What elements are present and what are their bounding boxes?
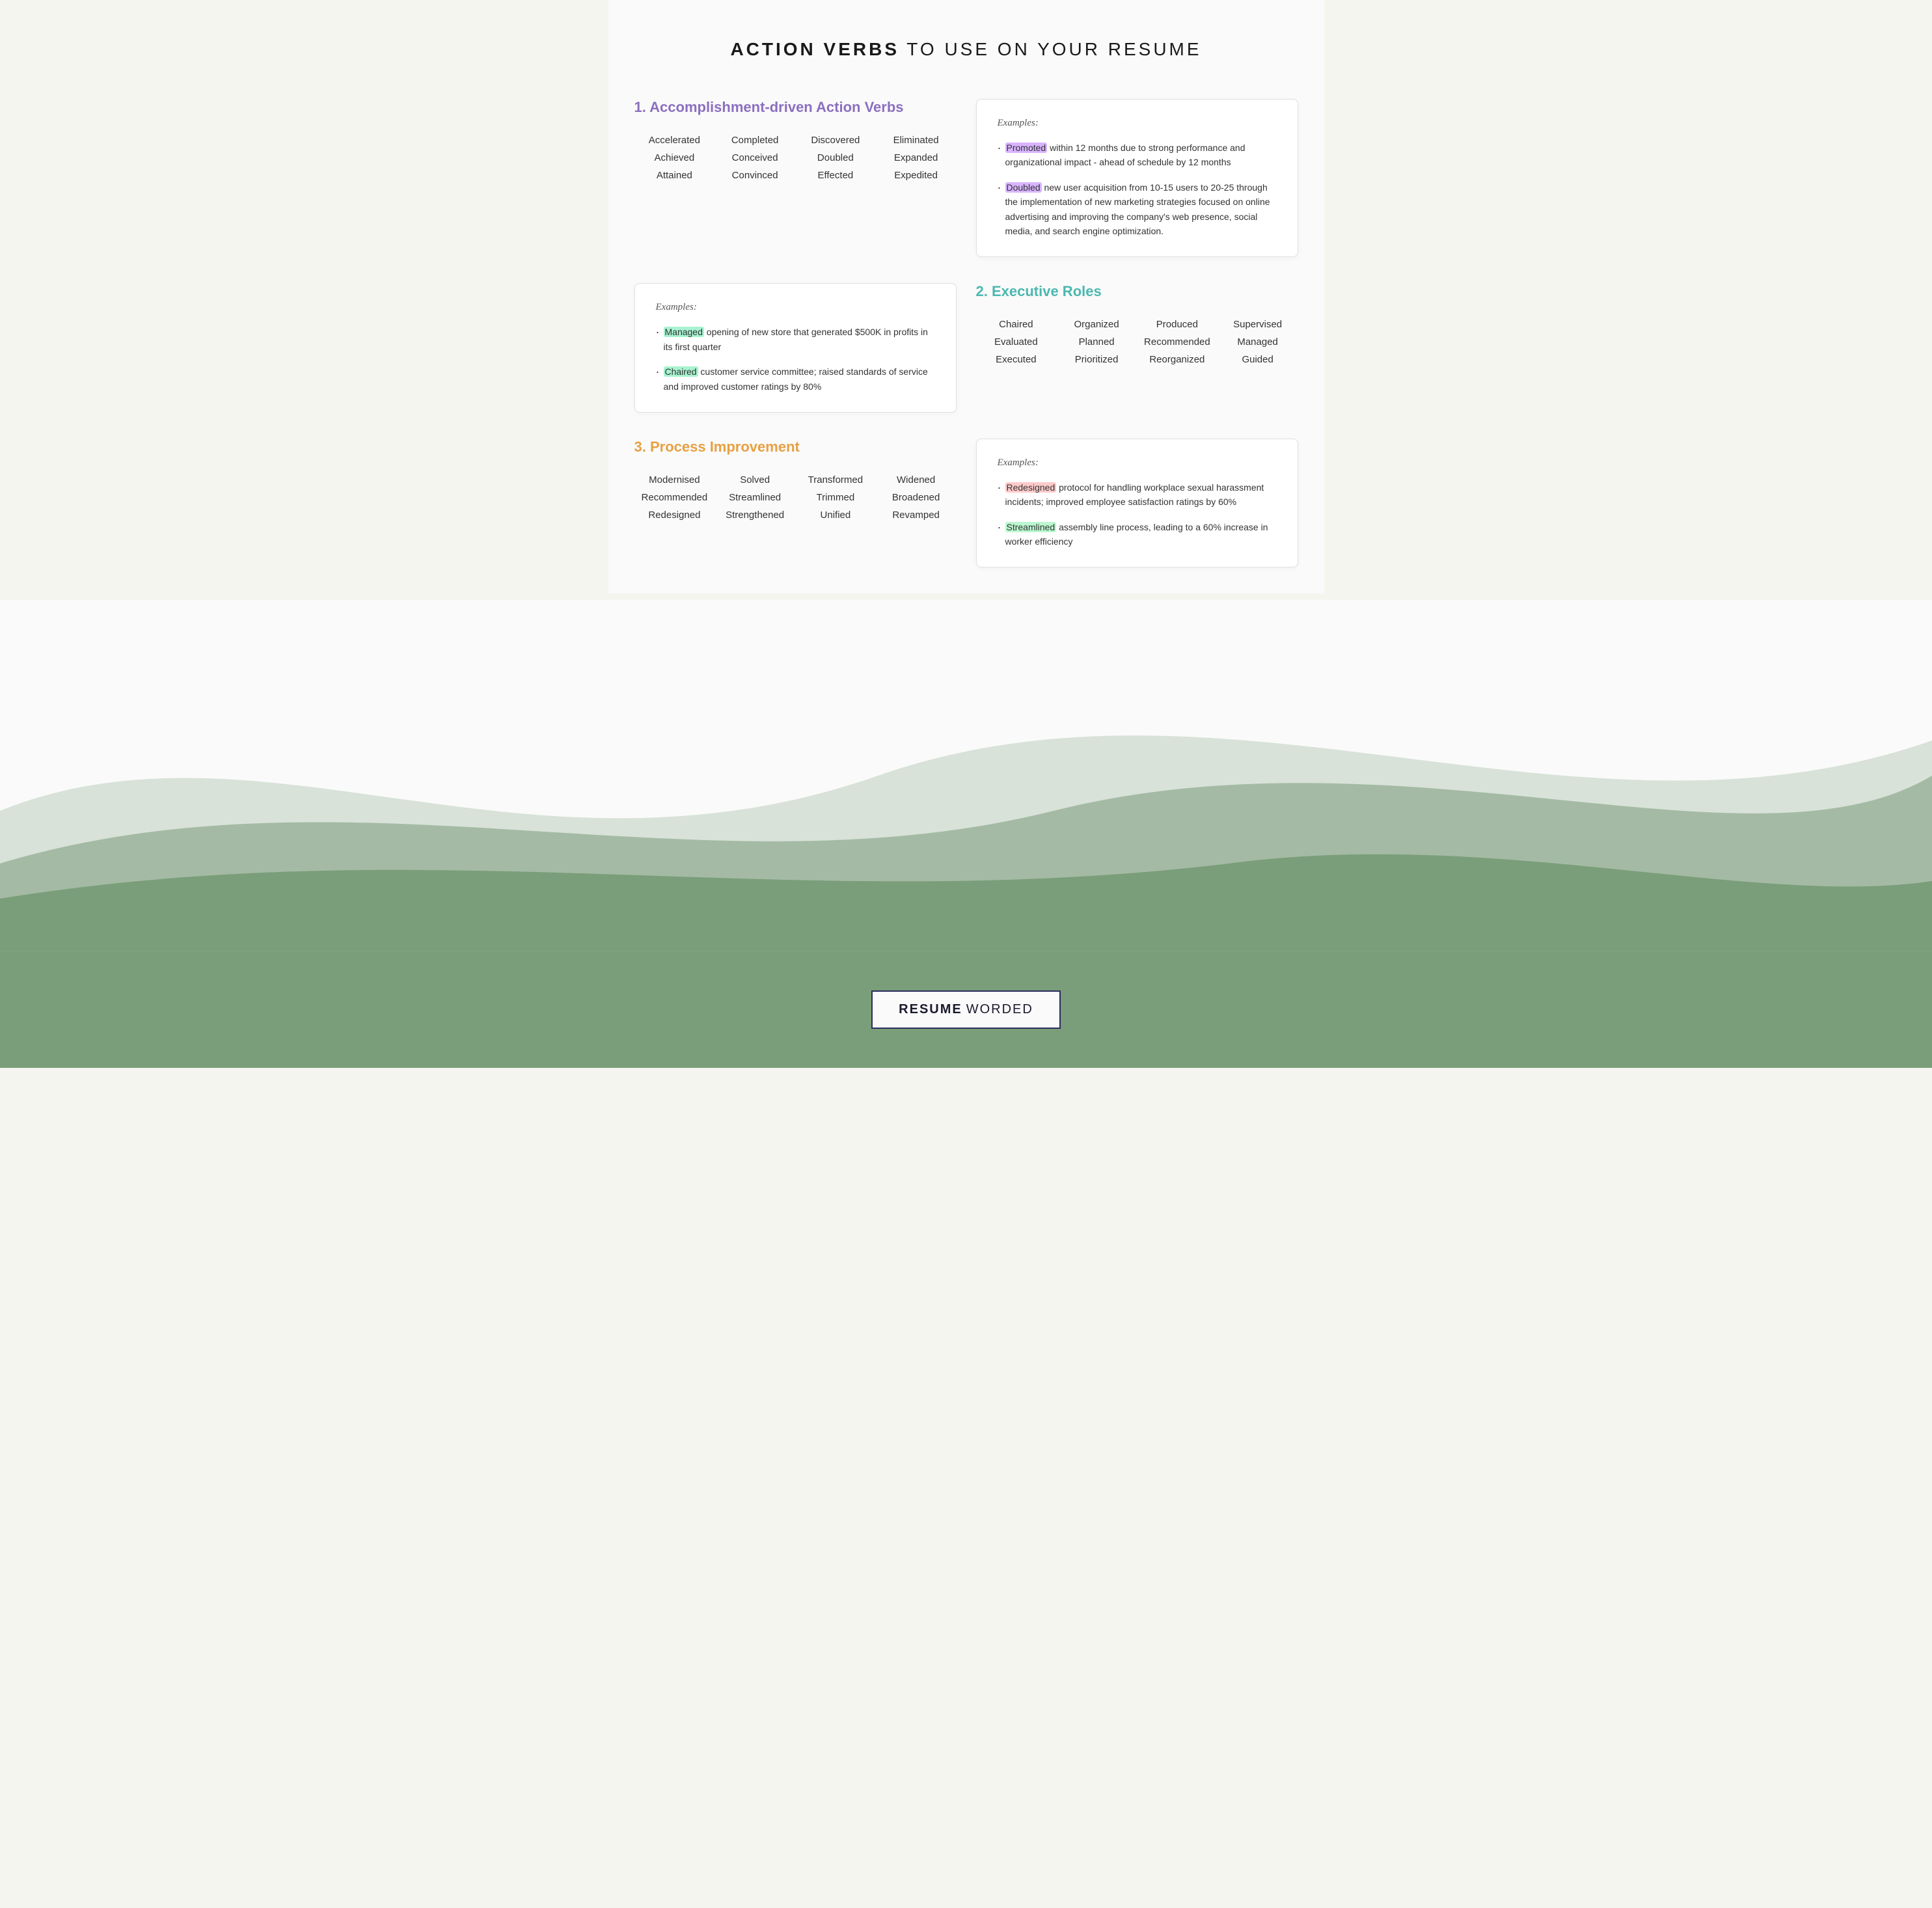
section3-word-grid: Modernised Recommended Redesigned Solved… xyxy=(634,471,957,524)
section1-col2: Completed Conceived Convinced xyxy=(714,131,795,184)
logo-worded: WORDED xyxy=(966,1002,1033,1017)
section2-col2: Organized Planned Prioritized xyxy=(1056,316,1137,368)
section1-example-2: Doubled new user acquisition from 10-15 … xyxy=(998,180,1277,239)
page-title: ACTION VERBS TO USE ON YOUR RESUME xyxy=(634,39,1298,60)
section1-col4: Eliminated Expanded Expedited xyxy=(876,131,957,184)
section3-example-card: Examples: Redesigned protocol for handli… xyxy=(976,439,1298,568)
section1-title: 1. Accomplishment-driven Action Verbs xyxy=(634,99,957,116)
section2-example-2: Chaired customer service committee; rais… xyxy=(656,364,935,394)
section3-col3: Transformed Trimmed Unified xyxy=(795,471,876,524)
section1-col3: Discovered Doubled Effected xyxy=(795,131,876,184)
logo-container: RESUME WORDED xyxy=(871,990,1061,1029)
section3-example-right: Examples: Redesigned protocol for handli… xyxy=(976,439,1298,568)
section2-right: 2. Executive Roles Chaired Evaluated Exe… xyxy=(976,283,1298,413)
section3-example-2: Streamlined assembly line process, leadi… xyxy=(998,520,1277,549)
section3-col2: Solved Streamlined Strengthened xyxy=(714,471,795,524)
section3-left: 3. Process Improvement Modernised Recomm… xyxy=(634,439,957,568)
section3-col4: Widened Broadened Revamped xyxy=(876,471,957,524)
highlight-managed: Managed xyxy=(664,327,704,337)
section2-word-grid: Chaired Evaluated Executed Organized Pla… xyxy=(976,316,1298,368)
highlight-streamlined: Streamlined xyxy=(1005,522,1057,532)
section1-col1: Accelerated Achieved Attained xyxy=(634,131,715,184)
section3-example-1: Redesigned protocol for handling workpla… xyxy=(998,480,1277,510)
section2-example-left: Examples: Managed opening of new store t… xyxy=(634,283,957,413)
section1-example-1: Promoted within 12 months due to strong … xyxy=(998,141,1277,170)
highlight-doubled: Doubled xyxy=(1005,182,1042,193)
section1-example-label: Examples: xyxy=(998,118,1277,129)
section2-col1: Chaired Evaluated Executed xyxy=(976,316,1057,368)
wave-decoration xyxy=(0,600,1932,951)
section1-example-card: Examples: Promoted within 12 months due … xyxy=(976,99,1298,257)
section3-example-label: Examples: xyxy=(998,457,1277,469)
section3-col1: Modernised Recommended Redesigned xyxy=(634,471,715,524)
section2-title: 2. Executive Roles xyxy=(976,283,1298,300)
section1-left: 1. Accomplishment-driven Action Verbs Ac… xyxy=(634,99,957,257)
section3-title: 3. Process Improvement xyxy=(634,439,957,456)
section2-example-card: Examples: Managed opening of new store t… xyxy=(634,283,957,413)
section2-example-label: Examples: xyxy=(656,302,935,313)
footer: RESUME WORDED xyxy=(0,951,1932,1068)
section1-word-grid: Accelerated Achieved Attained Completed … xyxy=(634,131,957,184)
highlight-redesigned: Redesigned xyxy=(1005,482,1057,493)
section2-col3: Produced Recommended Reorganized xyxy=(1137,316,1218,368)
highlight-promoted: Promoted xyxy=(1005,143,1048,153)
logo-resume: RESUME xyxy=(899,1002,962,1017)
highlight-chaired: Chaired xyxy=(664,366,698,377)
section2-col4: Supervised Managed Guided xyxy=(1218,316,1298,368)
section1-example-right: Examples: Promoted within 12 months due … xyxy=(976,99,1298,257)
section2-example-1: Managed opening of new store that genera… xyxy=(656,325,935,354)
